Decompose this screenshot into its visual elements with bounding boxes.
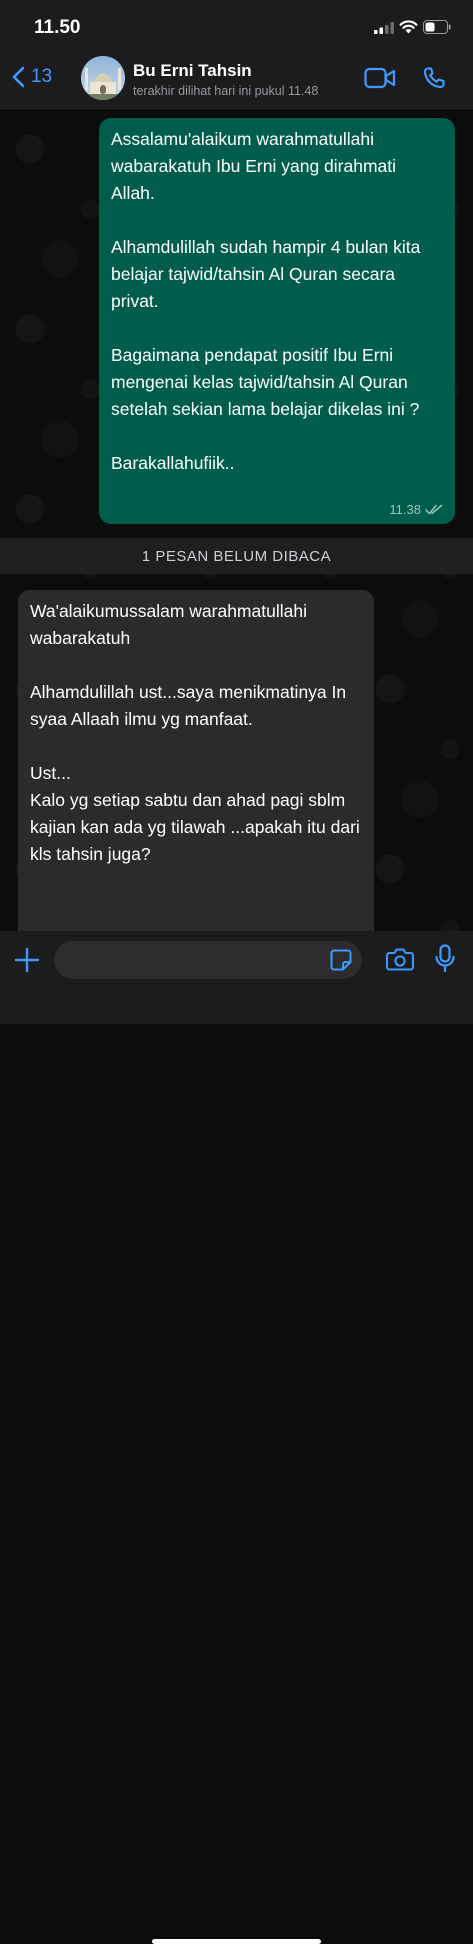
message-paragraph: Assalamu'alaikum warahmatullahi wabaraka… (111, 129, 397, 203)
unread-divider-label: 1 PESAN BELUM DIBACA (141, 547, 332, 565)
chevron-left-icon (12, 66, 25, 88)
phone-icon[interactable] (421, 65, 447, 91)
incoming-message[interactable]: Wa'alaikumussalam warahmatullahi wabarak… (18, 590, 374, 931)
mosque-avatar-image (81, 56, 125, 100)
message-paragraph: Ust... Kalo yg setiap sabtu dan ahad pag… (30, 763, 360, 864)
chat-area[interactable]: Assalamu'alaikum warahmatullahi wabaraka… (0, 109, 473, 931)
message-paragraph: Wa'alaikumussalam warahmatullahi wabarak… (30, 601, 307, 648)
back-button[interactable]: 13 (12, 66, 52, 88)
message-composer (0, 931, 473, 1944)
avatar[interactable] (81, 56, 125, 100)
chat-header: 13 Bu Erni Tahsin terakhir dilihat hari … (0, 52, 473, 109)
last-seen-status: terakhir dilihat hari ini pukul 11.48 (133, 84, 319, 98)
unread-chats-count: 13 (31, 66, 53, 87)
microphone-icon[interactable] (434, 944, 456, 974)
battery-icon (423, 20, 451, 34)
message-paragraph: Alhamdulillah ust...saya menikmatinya In… (30, 682, 347, 729)
message-paragraph: Alhamdulillah sudah hampir 4 bulan kita … (111, 237, 421, 311)
contact-name[interactable]: Bu Erni Tahsin (133, 61, 252, 81)
plus-icon[interactable] (14, 947, 40, 973)
outgoing-message[interactable]: Assalamu'alaikum warahmatullahi wabaraka… (99, 118, 455, 524)
double-check-icon (425, 504, 443, 515)
wifi-icon (399, 20, 418, 34)
message-meta: 11.38 (389, 502, 443, 517)
camera-icon[interactable] (386, 947, 414, 971)
message-paragraph: Bagaimana pendapat positif Ibu Erni meng… (111, 345, 420, 419)
sticker-icon[interactable] (330, 949, 352, 971)
status-time: 11.50 (34, 17, 81, 38)
message-input[interactable] (54, 941, 362, 979)
signal-icon (374, 22, 394, 34)
unread-divider: 1 PESAN BELUM DIBACA (0, 538, 473, 574)
message-time: 11.38 (389, 502, 421, 517)
home-indicator[interactable] (152, 1939, 321, 1944)
status-bar: 11.50 (0, 0, 473, 52)
video-call-icon[interactable] (364, 67, 396, 89)
message-paragraph: Barakallahufiik.. (111, 453, 235, 473)
